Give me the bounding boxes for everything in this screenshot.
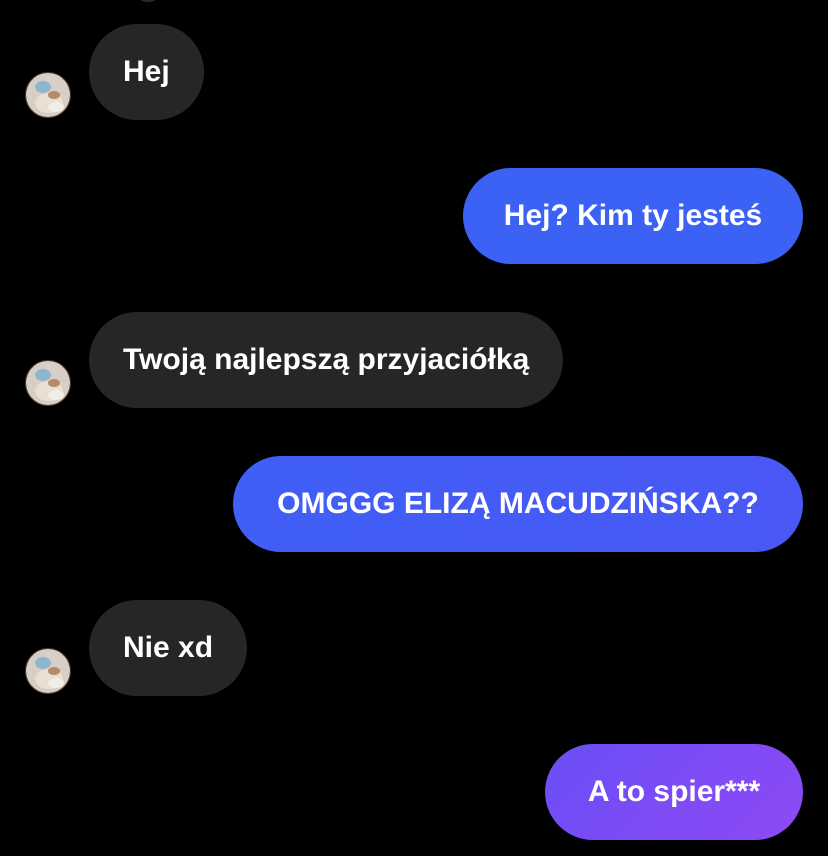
profile-photo-icon [26, 73, 70, 117]
message-text: Hej? Kim ty jesteś [503, 199, 763, 232]
message-thread: Hej Hej? Kim ty jesteś Twoją najlepszą p… [0, 0, 828, 856]
message-bubble-outgoing[interactable]: Hej? Kim ty jesteś [463, 168, 803, 264]
message-bubble-outgoing[interactable]: A to spier*** [545, 744, 803, 840]
message-text: Nie xd [123, 631, 214, 664]
message-text: OMGGG ELIZĄ MACUDZIŃSKA?? [277, 487, 759, 520]
sender-avatar[interactable] [25, 360, 71, 406]
sender-avatar[interactable] [25, 72, 71, 118]
cropped-avatar-fragment [132, 0, 164, 2]
profile-photo-icon [26, 361, 70, 405]
profile-photo-icon [26, 649, 70, 693]
message-text: Hej [123, 55, 170, 88]
message-bubble-outgoing[interactable]: OMGGG ELIZĄ MACUDZIŃSKA?? [233, 456, 803, 552]
message-text: A to spier*** [587, 775, 761, 808]
sender-avatar[interactable] [25, 648, 71, 694]
message-bubble-incoming[interactable]: Twoją najlepszą przyjaciółką [89, 312, 564, 408]
message-text: Twoją najlepszą przyjaciółką [123, 343, 530, 376]
message-bubble-incoming[interactable]: Nie xd [89, 600, 248, 696]
message-bubble-incoming[interactable]: Hej [89, 24, 204, 120]
